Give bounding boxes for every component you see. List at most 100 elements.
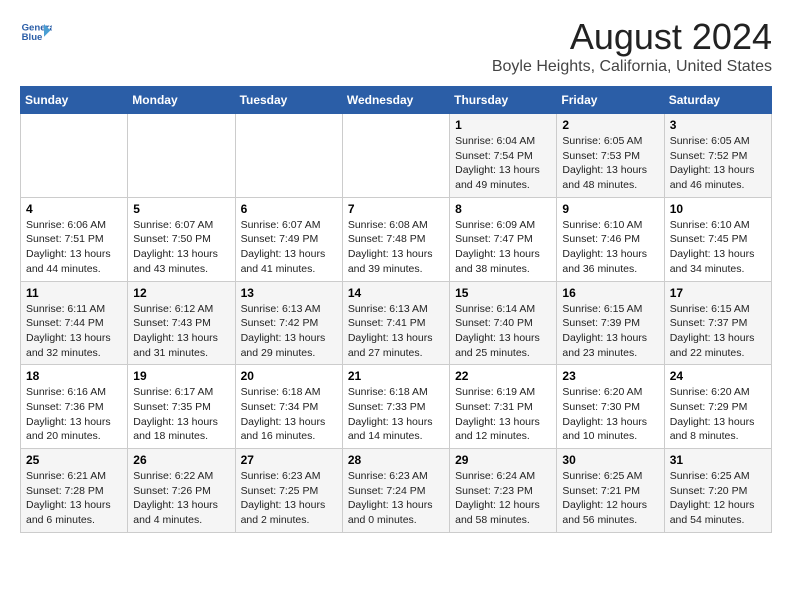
calendar-cell: 19Sunrise: 6:17 AM Sunset: 7:35 PM Dayli… [128,365,235,449]
day-number: 6 [241,202,337,216]
calendar-cell: 31 Sunrise: 6:25 AM Sunset: 7:20 PM Dayli… [664,449,771,533]
day-info: Sunrise: 6:25 AM Sunset: 7:20 PM Dayligh… [670,469,766,528]
day-number: 9 [562,202,658,216]
day-info: Sunrise: 6:12 AM Sunset: 7:43 PM Dayligh… [133,302,229,361]
day-info: Sunrise: 6:05 AM Sunset: 7:53 PM Dayligh… [562,134,658,193]
day-info: Sunrise: 6:10 AM Sunset: 7:46 PM Dayligh… [562,218,658,277]
day-info: Sunrise: 6:25 AM Sunset: 7:21 PM Dayligh… [562,469,658,528]
logo-icon: General Blue [20,16,52,48]
day-info: Sunrise: 6:14 AM Sunset: 7:40 PM Dayligh… [455,302,551,361]
day-info: Sunrise: 6:23 AM Sunset: 7:25 PM Dayligh… [241,469,337,528]
calendar-cell: 9 Sunrise: 6:10 AM Sunset: 7:46 PM Daylig… [557,197,664,281]
day-number: 27 [241,453,337,467]
calendar-cell: 25 Sunrise: 6:21 AM Sunset: 7:28 PM Dayli… [21,449,128,533]
column-header-thursday: Thursday [450,87,557,114]
day-info: Sunrise: 6:09 AM Sunset: 7:47 PM Dayligh… [455,218,551,277]
calendar-cell: 22 Sunrise: 6:19 AM Sunset: 7:31 PM Dayli… [450,365,557,449]
day-info: Sunrise: 6:15 AM Sunset: 7:39 PM Dayligh… [562,302,658,361]
calendar-cell: 15 Sunrise: 6:14 AM Sunset: 7:40 PM Dayli… [450,281,557,365]
column-header-saturday: Saturday [664,87,771,114]
day-number: 20 [241,369,337,383]
day-number: 30 [562,453,658,467]
calendar-cell: 26Sunrise: 6:22 AM Sunset: 7:26 PM Dayli… [128,449,235,533]
column-header-wednesday: Wednesday [342,87,449,114]
calendar-cell [235,114,342,198]
calendar-cell: 23Sunrise: 6:20 AM Sunset: 7:30 PM Dayli… [557,365,664,449]
calendar-week-row: 18 Sunrise: 6:16 AM Sunset: 7:36 PM Dayli… [21,365,772,449]
day-info: Sunrise: 6:07 AM Sunset: 7:49 PM Dayligh… [241,218,337,277]
day-number: 23 [562,369,658,383]
day-number: 14 [348,286,444,300]
day-number: 17 [670,286,766,300]
day-info: Sunrise: 6:13 AM Sunset: 7:41 PM Dayligh… [348,302,444,361]
day-info: Sunrise: 6:21 AM Sunset: 7:28 PM Dayligh… [26,469,122,528]
calendar-cell: 2 Sunrise: 6:05 AM Sunset: 7:53 PM Daylig… [557,114,664,198]
calendar-cell: 14 Sunrise: 6:13 AM Sunset: 7:41 PM Dayli… [342,281,449,365]
calendar-week-row: 4 Sunrise: 6:06 AM Sunset: 7:51 PM Daylig… [21,197,772,281]
day-number: 12 [133,286,229,300]
svg-text:Blue: Blue [22,32,43,43]
day-info: Sunrise: 6:19 AM Sunset: 7:31 PM Dayligh… [455,385,551,444]
day-number: 7 [348,202,444,216]
calendar-cell: 18 Sunrise: 6:16 AM Sunset: 7:36 PM Dayli… [21,365,128,449]
calendar-cell: 1Sunrise: 6:04 AM Sunset: 7:54 PM Daylig… [450,114,557,198]
calendar-cell: 7 Sunrise: 6:08 AM Sunset: 7:48 PM Daylig… [342,197,449,281]
calendar-cell: 16 Sunrise: 6:15 AM Sunset: 7:39 PM Dayli… [557,281,664,365]
calendar-cell: 28 Sunrise: 6:23 AM Sunset: 7:24 PM Dayli… [342,449,449,533]
day-number: 19 [133,369,229,383]
calendar-cell [342,114,449,198]
day-info: Sunrise: 6:06 AM Sunset: 7:51 PM Dayligh… [26,218,122,277]
day-number: 28 [348,453,444,467]
day-number: 21 [348,369,444,383]
calendar-cell: 11 Sunrise: 6:11 AM Sunset: 7:44 PM Dayli… [21,281,128,365]
calendar-cell: 13 Sunrise: 6:13 AM Sunset: 7:42 PM Dayli… [235,281,342,365]
day-number: 29 [455,453,551,467]
page-header: General Blue August 2024 Boyle Heights, … [20,16,772,76]
day-number: 22 [455,369,551,383]
calendar-cell [21,114,128,198]
column-header-monday: Monday [128,87,235,114]
day-number: 25 [26,453,122,467]
calendar-week-row: 1Sunrise: 6:04 AM Sunset: 7:54 PM Daylig… [21,114,772,198]
calendar-header-row: SundayMondayTuesdayWednesdayThursdayFrid… [21,87,772,114]
day-info: Sunrise: 6:23 AM Sunset: 7:24 PM Dayligh… [348,469,444,528]
day-info: Sunrise: 6:20 AM Sunset: 7:29 PM Dayligh… [670,385,766,444]
day-info: Sunrise: 6:18 AM Sunset: 7:33 PM Dayligh… [348,385,444,444]
calendar-cell: 10 Sunrise: 6:10 AM Sunset: 7:45 PM Dayli… [664,197,771,281]
calendar-table: SundayMondayTuesdayWednesdayThursdayFrid… [20,86,772,533]
title-section: August 2024 Boyle Heights, California, U… [492,16,772,76]
calendar-cell: 27 Sunrise: 6:23 AM Sunset: 7:25 PM Dayli… [235,449,342,533]
day-number: 13 [241,286,337,300]
subtitle: Boyle Heights, California, United States [492,58,772,76]
day-number: 15 [455,286,551,300]
day-number: 4 [26,202,122,216]
day-number: 16 [562,286,658,300]
day-number: 18 [26,369,122,383]
day-info: Sunrise: 6:10 AM Sunset: 7:45 PM Dayligh… [670,218,766,277]
calendar-cell: 30 Sunrise: 6:25 AM Sunset: 7:21 PM Dayli… [557,449,664,533]
day-number: 2 [562,118,658,132]
day-number: 8 [455,202,551,216]
day-info: Sunrise: 6:13 AM Sunset: 7:42 PM Dayligh… [241,302,337,361]
calendar-cell: 17Sunrise: 6:15 AM Sunset: 7:37 PM Dayli… [664,281,771,365]
day-number: 5 [133,202,229,216]
day-info: Sunrise: 6:24 AM Sunset: 7:23 PM Dayligh… [455,469,551,528]
column-header-friday: Friday [557,87,664,114]
calendar-cell [128,114,235,198]
column-header-tuesday: Tuesday [235,87,342,114]
day-number: 11 [26,286,122,300]
main-title: August 2024 [492,16,772,58]
calendar-cell: 4 Sunrise: 6:06 AM Sunset: 7:51 PM Daylig… [21,197,128,281]
day-info: Sunrise: 6:11 AM Sunset: 7:44 PM Dayligh… [26,302,122,361]
day-info: Sunrise: 6:05 AM Sunset: 7:52 PM Dayligh… [670,134,766,193]
calendar-cell: 5Sunrise: 6:07 AM Sunset: 7:50 PM Daylig… [128,197,235,281]
calendar-cell: 20Sunrise: 6:18 AM Sunset: 7:34 PM Dayli… [235,365,342,449]
day-number: 3 [670,118,766,132]
day-number: 31 [670,453,766,467]
day-number: 10 [670,202,766,216]
day-info: Sunrise: 6:22 AM Sunset: 7:26 PM Dayligh… [133,469,229,528]
day-info: Sunrise: 6:16 AM Sunset: 7:36 PM Dayligh… [26,385,122,444]
day-info: Sunrise: 6:08 AM Sunset: 7:48 PM Dayligh… [348,218,444,277]
day-number: 24 [670,369,766,383]
day-info: Sunrise: 6:04 AM Sunset: 7:54 PM Dayligh… [455,134,551,193]
